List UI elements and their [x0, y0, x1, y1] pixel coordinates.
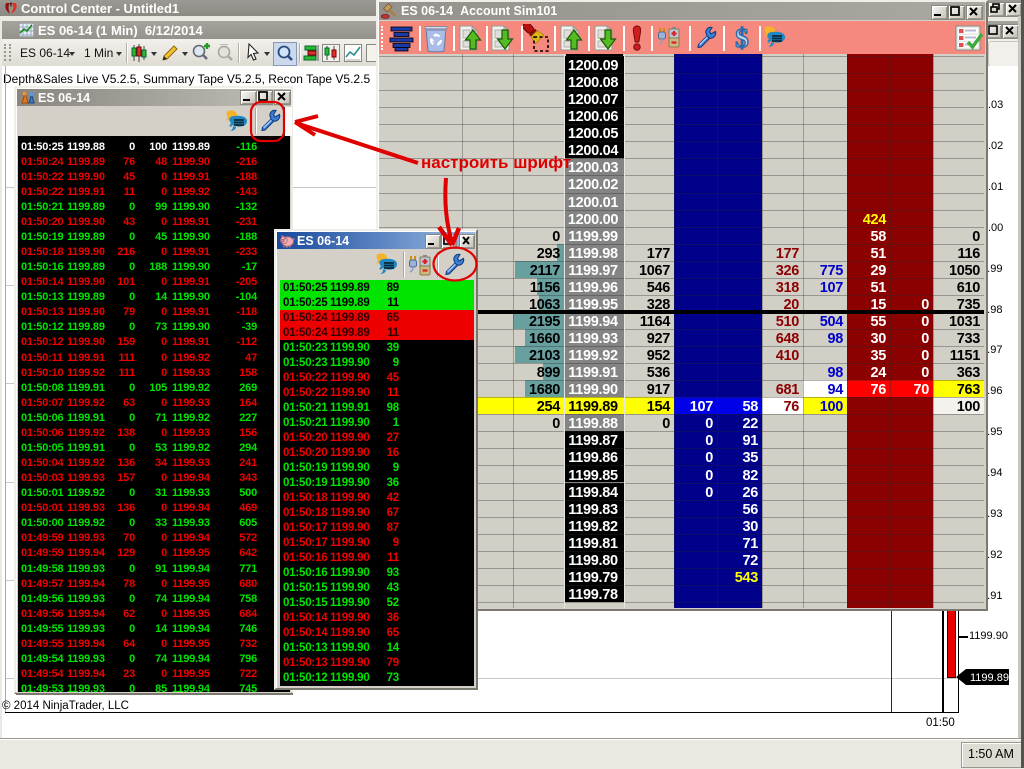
- svg-text:настроить шрифт: настроить шрифт: [421, 153, 571, 172]
